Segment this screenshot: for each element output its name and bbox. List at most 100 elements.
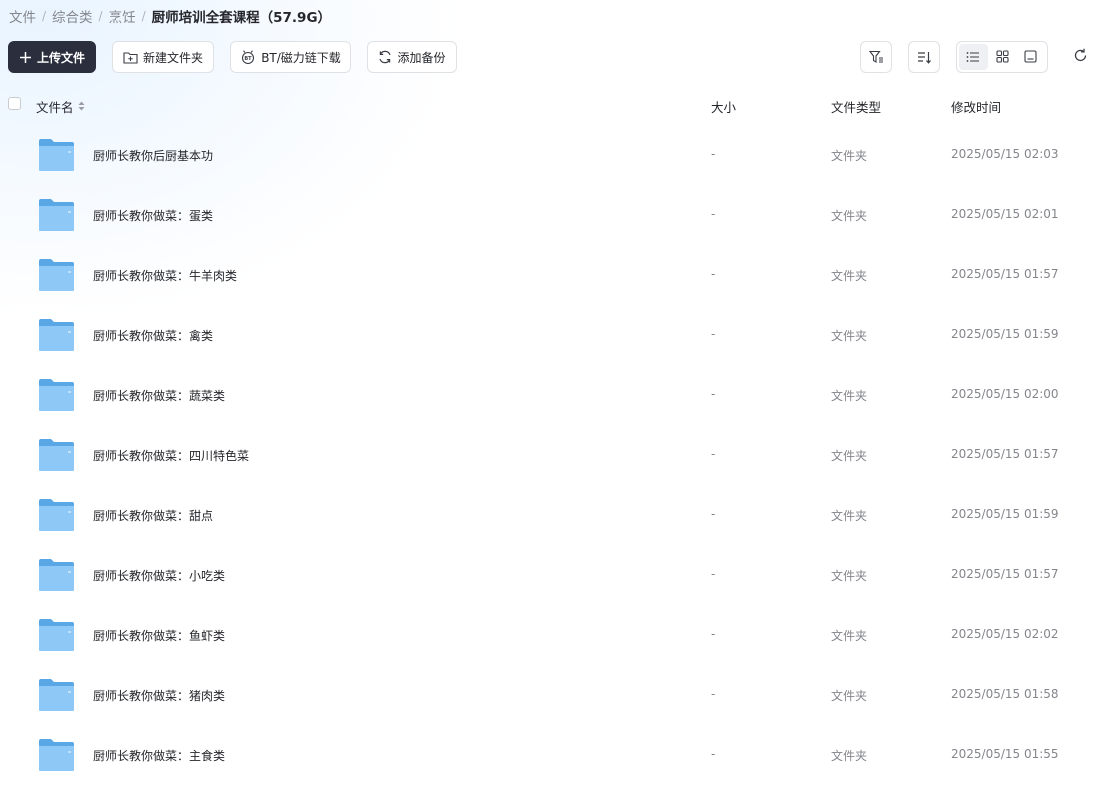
file-type: 文件夹: [831, 149, 868, 163]
folder-icon: [38, 438, 75, 476]
file-modified-time: 2025/05/15 01:58: [951, 687, 1059, 701]
file-name[interactable]: 厨师长教你后厨基本功: [93, 147, 213, 164]
breadcrumb: 文件 / 综合类 / 烹饪 / 厨师培训全套课程（57.9G）: [9, 6, 331, 26]
list-view-button[interactable]: [959, 44, 988, 70]
folder-icon: [38, 258, 75, 296]
breadcrumb-item-current: 厨师培训全套课程（57.9G）: [151, 10, 332, 26]
file-name[interactable]: 厨师长教你做菜：蔬菜类: [93, 387, 225, 404]
file-modified-time: 2025/05/15 02:03: [951, 147, 1059, 161]
file-modified-time: 2025/05/15 02:02: [951, 627, 1059, 641]
file-name[interactable]: 厨师长教你做菜：猪肉类: [93, 687, 225, 704]
add-backup-label: 添加备份: [397, 50, 446, 65]
preview-view-button[interactable]: [1016, 44, 1045, 70]
file-modified-time: 2025/05/15 01:59: [951, 327, 1059, 341]
new-folder-button-label: 新建文件夹: [142, 50, 203, 65]
table-row[interactable]: 厨师长教你做菜：四川特色菜 - 文件夹 2025/05/15 01:57: [0, 425, 1096, 485]
file-name[interactable]: 厨师长教你做菜：牛羊肉类: [93, 267, 237, 284]
file-modified-time: 2025/05/15 01:55: [951, 747, 1059, 761]
file-name[interactable]: 厨师长教你做菜：主食类: [93, 747, 225, 764]
file-list: 厨师长教你后厨基本功 - 文件夹 2025/05/15 02:03 厨师长教你做…: [0, 125, 1096, 785]
file-type: 文件夹: [831, 629, 868, 643]
file-modified-time: 2025/05/15 01:59: [951, 507, 1059, 521]
bt-icon: BT: [240, 50, 256, 64]
bt-magnet-download-button[interactable]: BT BT/磁力链下载: [230, 41, 351, 73]
file-size: -: [711, 267, 716, 281]
preview-view-icon: [1024, 48, 1037, 67]
file-size: -: [711, 387, 716, 401]
file-modified-time: 2025/05/15 01:57: [951, 447, 1059, 461]
toolbar: 上传文件 新建文件夹 BT BT/磁力链下载 添加备份: [0, 41, 1096, 73]
file-name[interactable]: 厨师长教你做菜：鱼虾类: [93, 627, 225, 644]
svg-text:BT: BT: [245, 56, 253, 62]
folder-icon: [38, 738, 75, 776]
folder-plus-icon: [123, 51, 138, 64]
table-row[interactable]: 厨师长教你做菜：蛋类 - 文件夹 2025/05/15 02:01: [0, 185, 1096, 245]
file-size: -: [711, 747, 716, 761]
file-name[interactable]: 厨师长教你做菜：禽类: [93, 327, 213, 344]
file-type: 文件夹: [831, 389, 868, 403]
file-size: -: [711, 627, 716, 641]
grid-view-button[interactable]: [988, 44, 1017, 70]
file-size: -: [711, 507, 716, 521]
refresh-button[interactable]: [1066, 41, 1094, 73]
table-row[interactable]: 厨师长教你做菜：甜点 - 文件夹 2025/05/15 01:59: [0, 485, 1096, 545]
file-name[interactable]: 厨师长教你做菜：小吃类: [93, 567, 225, 584]
file-name[interactable]: 厨师长教你做菜：蛋类: [93, 207, 213, 224]
upload-button[interactable]: 上传文件: [8, 41, 96, 73]
column-header-size: 大小: [711, 100, 737, 115]
file-type: 文件夹: [831, 749, 868, 763]
upload-button-label: 上传文件: [36, 50, 85, 65]
column-header-name[interactable]: 文件名: [36, 97, 85, 116]
sort-button[interactable]: [908, 41, 940, 73]
file-modified-time: 2025/05/15 01:57: [951, 567, 1059, 581]
table-row[interactable]: 厨师长教你做菜：蔬菜类 - 文件夹 2025/05/15 02:00: [0, 365, 1096, 425]
view-mode-switcher: [956, 41, 1048, 73]
refresh-icon: [1073, 48, 1088, 67]
file-size: -: [711, 147, 716, 161]
table-row[interactable]: 厨师长教你做菜：禽类 - 文件夹 2025/05/15 01:59: [0, 305, 1096, 365]
breadcrumb-item-files[interactable]: 文件: [9, 6, 36, 26]
sync-icon: [378, 50, 392, 64]
file-type: 文件夹: [831, 269, 868, 283]
file-modified-time: 2025/05/15 02:00: [951, 387, 1059, 401]
breadcrumb-item-general[interactable]: 综合类: [52, 6, 93, 26]
folder-icon: [38, 498, 75, 536]
bt-magnet-download-label: BT/磁力链下载: [261, 50, 341, 65]
table-row[interactable]: 厨师长教你做菜：猪肉类 - 文件夹 2025/05/15 01:58: [0, 665, 1096, 725]
folder-icon: [38, 378, 75, 416]
file-size: -: [711, 447, 716, 461]
file-modified-time: 2025/05/15 01:57: [951, 267, 1059, 281]
column-header-modified: 修改时间: [951, 100, 1002, 115]
table-header: 文件名 大小 文件类型 修改时间: [0, 93, 1096, 117]
sort-toggle-icon: [78, 99, 85, 114]
breadcrumb-item-cooking[interactable]: 烹饪: [109, 6, 136, 26]
table-row[interactable]: 厨师长教你做菜：鱼虾类 - 文件夹 2025/05/15 02:02: [0, 605, 1096, 665]
select-all-checkbox[interactable]: [8, 97, 21, 110]
table-row[interactable]: 厨师长教你做菜：小吃类 - 文件夹 2025/05/15 01:57: [0, 545, 1096, 605]
add-backup-button[interactable]: 添加备份: [367, 41, 457, 73]
breadcrumb-separator: /: [98, 9, 103, 23]
column-header-type: 文件类型: [831, 100, 882, 115]
file-modified-time: 2025/05/15 02:01: [951, 207, 1059, 221]
file-type: 文件夹: [831, 689, 868, 703]
file-type: 文件夹: [831, 449, 868, 463]
sort-icon: [917, 51, 932, 64]
file-size: -: [711, 207, 716, 221]
new-folder-button[interactable]: 新建文件夹: [112, 41, 214, 73]
file-name[interactable]: 厨师长教你做菜：甜点: [93, 507, 213, 524]
table-row[interactable]: 厨师长教你做菜：主食类 - 文件夹 2025/05/15 01:55: [0, 725, 1096, 785]
filter-icon: [868, 50, 884, 64]
file-size: -: [711, 327, 716, 341]
file-size: -: [711, 687, 716, 701]
table-row[interactable]: 厨师长教你做菜：牛羊肉类 - 文件夹 2025/05/15 01:57: [0, 245, 1096, 305]
filter-button[interactable]: [860, 41, 892, 73]
table-row[interactable]: 厨师长教你后厨基本功 - 文件夹 2025/05/15 02:03: [0, 125, 1096, 185]
file-size: -: [711, 567, 716, 581]
folder-icon: [38, 558, 75, 596]
list-view-icon: [966, 48, 980, 67]
folder-icon: [38, 678, 75, 716]
breadcrumb-separator: /: [42, 9, 47, 23]
file-type: 文件夹: [831, 209, 868, 223]
column-header-name-label: 文件名: [36, 100, 74, 115]
file-name[interactable]: 厨师长教你做菜：四川特色菜: [93, 447, 249, 464]
